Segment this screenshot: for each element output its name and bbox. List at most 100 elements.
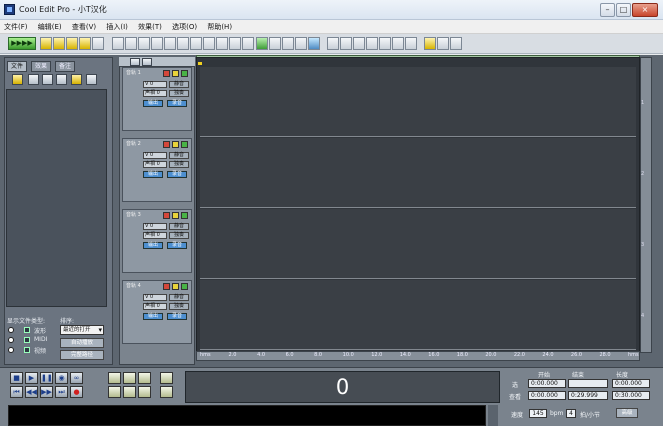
analyze-icon[interactable] (392, 37, 404, 50)
menu-file[interactable]: 文件(F) (0, 20, 32, 32)
bass-icon[interactable] (379, 37, 391, 50)
record-arm-button[interactable] (163, 212, 170, 219)
mute-button[interactable] (181, 70, 188, 77)
tab-effects[interactable]: 效果 (31, 61, 52, 72)
type-wave-radio[interactable] (8, 327, 14, 333)
crossfade-icon[interactable] (327, 37, 339, 50)
mute-button[interactable] (181, 141, 188, 148)
menu-edit[interactable]: 编辑(E) (34, 20, 66, 32)
sort-dropdown[interactable]: 最近的打开 (60, 325, 104, 335)
mute-button[interactable] (181, 212, 188, 219)
maximize-button[interactable]: □ (616, 3, 631, 17)
solo-button[interactable] (172, 141, 179, 148)
track-option-button[interactable]: 独奏 (169, 232, 189, 239)
autoplay-button[interactable]: 自动播放 (60, 338, 104, 348)
menu-insert[interactable]: 插入(I) (102, 20, 132, 32)
stop-icon[interactable]: ■ (10, 372, 23, 384)
new-file-icon[interactable] (40, 37, 52, 50)
select-icon[interactable] (190, 37, 202, 50)
split-icon[interactable] (295, 37, 307, 50)
fx-icon[interactable] (366, 37, 378, 50)
type-video-radio[interactable] (8, 347, 14, 353)
play-icon[interactable]: ▶ (25, 372, 38, 384)
mixdown-icon[interactable] (340, 37, 352, 50)
track-lane-2[interactable] (200, 138, 636, 208)
record-arm-button[interactable] (163, 283, 170, 290)
record-arm-button[interactable] (163, 70, 170, 77)
view-length-field[interactable]: 0:30.000 (612, 391, 650, 400)
stretch-icon[interactable] (242, 37, 254, 50)
volume-field[interactable]: V 0 (143, 152, 167, 159)
close-button[interactable]: × (632, 3, 658, 17)
output-button[interactable]: 输出 (143, 242, 163, 249)
track-view-icon[interactable] (130, 58, 140, 66)
menu-effects[interactable]: 效果(T) (134, 20, 166, 32)
pan-field[interactable]: 声相 0 (143, 161, 167, 168)
track-lane-1[interactable] (200, 67, 636, 137)
record-arm-button[interactable] (163, 141, 170, 148)
track-name[interactable]: 音轨 3 (126, 211, 141, 218)
track-option-button[interactable]: 静音 (169, 223, 189, 230)
record-icon[interactable]: ● (70, 386, 83, 398)
volume-field[interactable]: V 0 (143, 223, 167, 230)
help-icon[interactable] (450, 37, 462, 50)
track-option-button[interactable]: 静音 (169, 294, 189, 301)
solo-button[interactable] (172, 70, 179, 77)
type-wave-checkbox[interactable] (24, 327, 30, 333)
solo-button[interactable] (172, 283, 179, 290)
zoom-in-horizontal-icon[interactable] (108, 372, 121, 384)
input-button[interactable]: 录音 (167, 242, 187, 249)
pause-icon[interactable]: ❚❚ (40, 372, 53, 384)
zoom-out-horizontal-icon[interactable] (123, 372, 136, 384)
view-start-field[interactable]: 0:00.000 (528, 391, 566, 400)
type-midi-checkbox[interactable] (24, 337, 30, 343)
envelope-icon[interactable] (229, 37, 241, 50)
toggle-view-button[interactable]: ▶▶▶▶ (8, 37, 36, 50)
cut-icon[interactable] (138, 37, 150, 50)
insert-midi-icon[interactable] (269, 37, 281, 50)
meter-scroll[interactable] (488, 405, 498, 426)
save-icon[interactable] (66, 37, 78, 50)
tab-files[interactable]: 文件 (7, 61, 28, 72)
input-button[interactable]: 录音 (167, 100, 187, 107)
track-option-button[interactable]: 独奏 (169, 161, 189, 168)
pan-field[interactable]: 声相 0 (143, 303, 167, 310)
loop-icon[interactable]: ∞ (70, 372, 83, 384)
go-start-icon[interactable]: ⏮ (10, 386, 23, 398)
solo-button[interactable] (172, 212, 179, 219)
minimize-button[interactable]: – (600, 3, 615, 17)
open-file-icon[interactable] (53, 37, 65, 50)
zoom-out-vertical-icon[interactable] (160, 386, 173, 398)
type-midi-radio[interactable] (8, 337, 14, 343)
close-file-icon[interactable] (28, 74, 39, 85)
pan-field[interactable]: 声相 0 (143, 232, 167, 239)
input-button[interactable]: 录音 (167, 313, 187, 320)
edit-icon[interactable] (56, 74, 67, 85)
advanced-button[interactable]: 高级 (616, 408, 638, 418)
input-button[interactable]: 录音 (167, 171, 187, 178)
close-file-icon[interactable] (92, 37, 104, 50)
file-list[interactable] (6, 89, 107, 307)
type-video-checkbox[interactable] (24, 347, 30, 353)
full-path-button[interactable]: 完整路径 (60, 350, 104, 360)
trim-icon[interactable] (177, 37, 189, 50)
output-button[interactable]: 输出 (143, 313, 163, 320)
track-lane-3[interactable] (200, 209, 636, 279)
properties-icon[interactable] (86, 74, 97, 85)
save-as-icon[interactable] (79, 37, 91, 50)
track-name[interactable]: 音轨 1 (126, 69, 141, 76)
view-end-field[interactable]: 0:29.999 (568, 391, 608, 400)
insert-audio-icon[interactable] (256, 37, 268, 50)
track-option-button[interactable]: 独奏 (169, 90, 189, 97)
settings-icon[interactable] (437, 37, 449, 50)
zoom-right-icon[interactable] (138, 386, 151, 398)
snap-icon[interactable] (308, 37, 320, 50)
zoom-full-icon[interactable] (138, 372, 151, 384)
undo-icon[interactable] (112, 37, 124, 50)
hybrid-icon[interactable] (216, 37, 228, 50)
open-folder-icon[interactable] (12, 74, 23, 85)
tab-notes[interactable]: 备注 (55, 61, 76, 72)
copy-icon[interactable] (125, 37, 137, 50)
track-zoom-icon[interactable] (142, 58, 152, 66)
rewind-icon[interactable]: ◀◀ (25, 386, 38, 398)
